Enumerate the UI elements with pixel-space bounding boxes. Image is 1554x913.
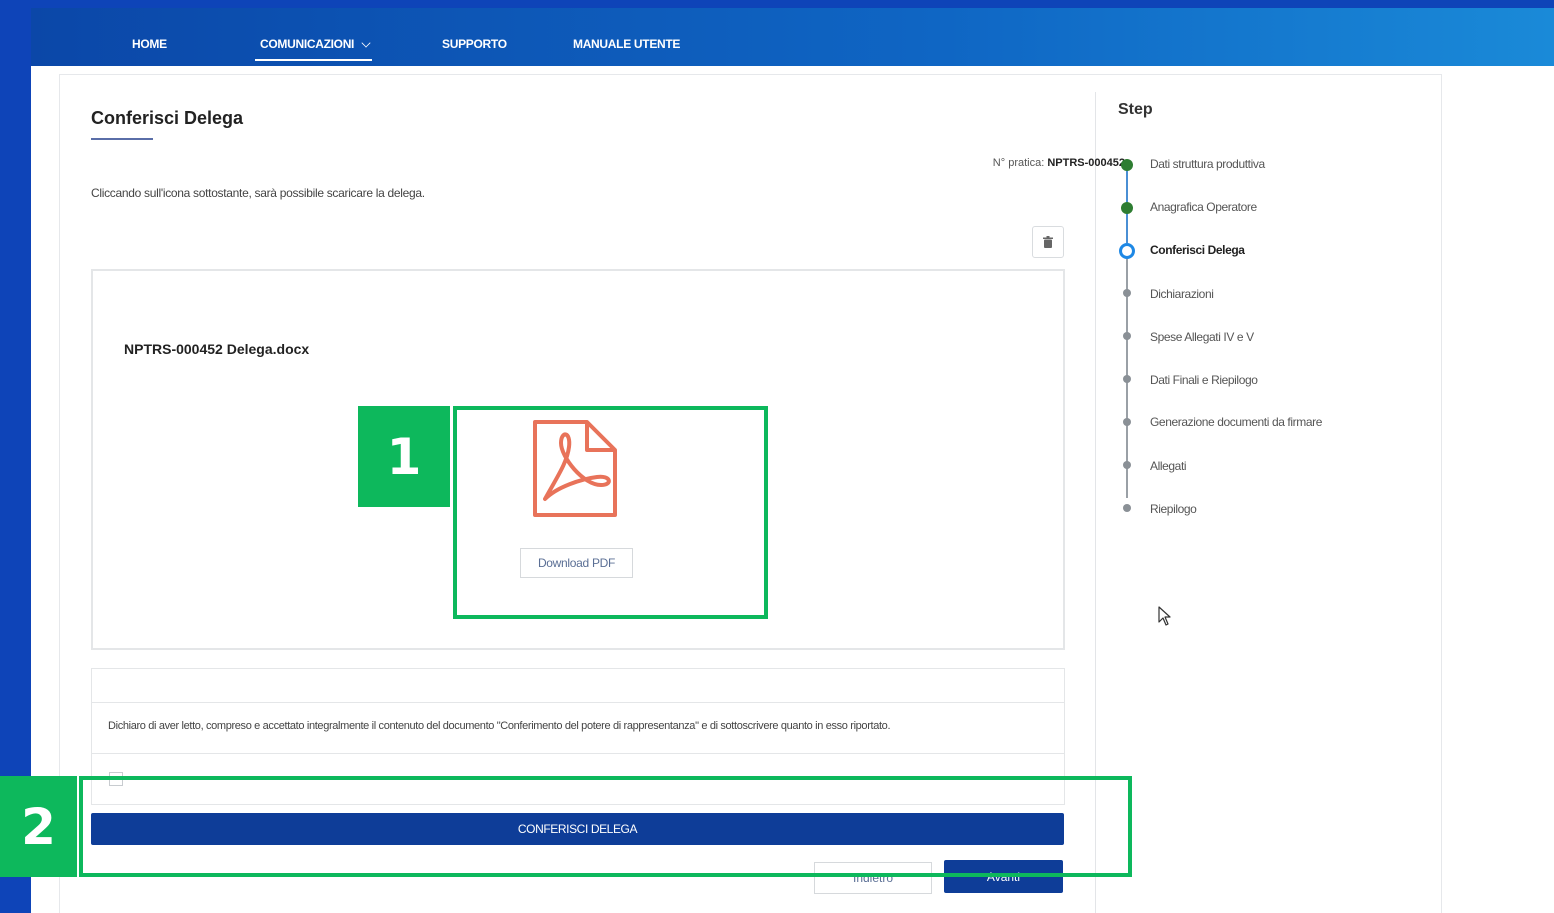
nav-comunicazioni-label: COMUNICAZIONI bbox=[260, 37, 355, 51]
pending-dot-icon bbox=[1123, 504, 1131, 512]
callout-1-highlight bbox=[453, 406, 768, 619]
declaration-header-row bbox=[92, 669, 1064, 703]
pratica-number: N° pratica: NPTRS-000452 bbox=[993, 157, 1125, 169]
callout-2-highlight bbox=[79, 776, 1132, 877]
nav-supporto[interactable]: SUPPORTO bbox=[442, 37, 507, 51]
document-filename: NPTRS-000452 Delega.docx bbox=[124, 341, 310, 357]
step-dati-struttura[interactable]: Dati struttura produttiva bbox=[1150, 157, 1265, 171]
trash-icon bbox=[1043, 236, 1053, 248]
check-circle-icon bbox=[1121, 202, 1133, 214]
delete-button[interactable] bbox=[1032, 226, 1064, 258]
nav-home[interactable]: HOME bbox=[132, 37, 167, 51]
top-navigation-bar: HOME COMUNICAZIONI SUPPORTO MANUALE UTEN… bbox=[31, 8, 1554, 66]
step-riepilogo[interactable]: Riepilogo bbox=[1150, 502, 1197, 516]
callout-2-badge: 2 bbox=[0, 776, 77, 877]
pratica-value: NPTRS-000452 bbox=[1047, 157, 1125, 169]
declaration-text-row: Dichiaro di aver letto, compreso e accet… bbox=[92, 703, 1064, 754]
step-dati-finali[interactable]: Dati Finali e Riepilogo bbox=[1150, 373, 1258, 387]
callout-1-badge: 1 bbox=[358, 406, 450, 507]
pending-dot-icon bbox=[1123, 332, 1131, 340]
mouse-pointer-icon bbox=[1158, 606, 1172, 631]
pending-dot-icon bbox=[1123, 289, 1131, 297]
step-dichiarazioni[interactable]: Dichiarazioni bbox=[1150, 287, 1214, 301]
intro-text: Cliccando sull'icona sottostante, sarà p… bbox=[91, 186, 425, 200]
step-spese-allegati[interactable]: Spese Allegati IV e V bbox=[1150, 330, 1254, 344]
declaration-text: Dichiaro di aver letto, compreso e accet… bbox=[108, 720, 891, 732]
check-circle-icon bbox=[1121, 159, 1133, 171]
pending-dot-icon bbox=[1123, 375, 1131, 383]
pending-dot-icon bbox=[1123, 461, 1131, 469]
title-underline bbox=[91, 138, 153, 140]
step-allegati[interactable]: Allegati bbox=[1150, 459, 1187, 473]
page-title: Conferisci Delega bbox=[91, 108, 244, 128]
step-anagrafica[interactable]: Anagrafica Operatore bbox=[1150, 200, 1257, 214]
chevron-down-icon bbox=[361, 38, 371, 48]
nav-comunicazioni[interactable]: COMUNICAZIONI bbox=[254, 37, 373, 61]
stepper-title: Step bbox=[1118, 101, 1153, 118]
pratica-label: N° pratica: bbox=[992, 157, 1045, 169]
nav-manuale-utente[interactable]: MANUALE UTENTE bbox=[573, 37, 680, 51]
pending-dot-icon bbox=[1123, 418, 1131, 426]
step-conferisci-delega[interactable]: Conferisci Delega bbox=[1150, 243, 1245, 257]
step-generazione-documenti[interactable]: Generazione documenti da firmare bbox=[1150, 415, 1322, 429]
current-step-icon bbox=[1119, 243, 1135, 259]
